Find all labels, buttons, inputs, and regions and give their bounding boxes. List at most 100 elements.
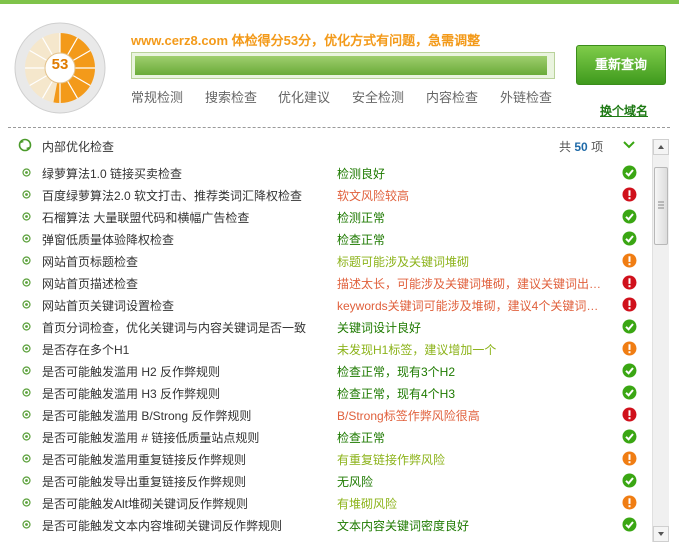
check-item-result: 检查正常 bbox=[337, 233, 386, 247]
check-item-result: 描述太长，可能涉及关键词堆砌，建议关键词出… bbox=[337, 277, 602, 291]
check-item-name: 绿萝算法1.0 链接买卖检查 bbox=[42, 167, 183, 181]
top-accent-bar bbox=[0, 0, 679, 4]
item-count-value: 50 bbox=[574, 140, 588, 154]
triangle-down-icon bbox=[658, 532, 664, 536]
check-row: 是否可能触发滥用重复链接反作弊规则 有重复链接作弊风险 bbox=[0, 448, 652, 470]
check-row: 绿萝算法1.0 链接买卖检查 检测良好 bbox=[0, 162, 652, 184]
check-item-result: 无风险 bbox=[337, 475, 374, 489]
internal-check-icon bbox=[18, 138, 32, 152]
check-item-result: 软文风险较高 bbox=[337, 189, 410, 203]
bullet-icon bbox=[22, 278, 31, 287]
check-item-name: 网站首页描述检查 bbox=[42, 277, 139, 291]
check-item-result: 有重复链接作弊风险 bbox=[337, 453, 446, 467]
check-item-name: 是否可能触发导出重复链接反作弊规则 bbox=[42, 475, 247, 489]
check-item-name: 是否可能触发滥用 H3 反作弊规则 bbox=[42, 387, 221, 401]
scrollbar[interactable] bbox=[652, 139, 669, 542]
bullet-icon bbox=[22, 190, 31, 199]
check-row: 网站首页描述检查 描述太长，可能涉及关键词堆砌，建议关键词出… bbox=[0, 272, 652, 294]
check-item-name: 网站首页标题检查 bbox=[42, 255, 139, 269]
check-row: 是否可能触发滥用 B/Strong 反作弊规则 B/Strong标签作弊风险很高 bbox=[0, 404, 652, 426]
section-header: 内部优化检查 共 50 项 bbox=[14, 136, 650, 156]
check-icon bbox=[622, 231, 637, 246]
check-item-result: keywords关键词可能涉及堆砌，建议4个关键词以内 bbox=[337, 299, 609, 313]
bullet-icon bbox=[22, 388, 31, 397]
check-item-name: 网站首页关键词设置检查 bbox=[42, 299, 175, 313]
exclamation-icon bbox=[622, 407, 637, 422]
exclamation-icon bbox=[622, 297, 637, 312]
check-icon bbox=[622, 385, 637, 400]
check-row: 石榴算法 大量联盟代码和横幅广告检查 检测正常 bbox=[0, 206, 652, 228]
tab-optimization-advice[interactable]: 优化建议 bbox=[278, 87, 330, 106]
check-item-result: 文本内容关键词密度良好 bbox=[337, 519, 470, 533]
scroll-down-button[interactable] bbox=[653, 526, 669, 542]
check-row: 是否可能触发文本内容堆砌关键词反作弊规则 文本内容关键词密度良好 bbox=[0, 514, 652, 536]
check-row: 网站首页标题检查 标题可能涉及关键词堆砌 bbox=[0, 250, 652, 272]
check-row: 是否存在多个H1 未发现H1标签，建议增加一个 bbox=[0, 338, 652, 360]
chevron-down-icon[interactable] bbox=[622, 139, 636, 151]
check-row: 是否可能触发Alt堆砌关键词反作弊规则 有堆砌风险 bbox=[0, 492, 652, 514]
bullet-icon bbox=[22, 498, 31, 507]
check-row: 弹窗低质量体验降权检查 检查正常 bbox=[0, 228, 652, 250]
check-icon bbox=[622, 473, 637, 488]
item-count-prefix: 共 bbox=[559, 140, 572, 154]
divider bbox=[8, 127, 670, 128]
exclamation-icon bbox=[622, 187, 637, 202]
bullet-icon bbox=[22, 476, 31, 485]
score-gauge: 53 bbox=[13, 20, 107, 118]
check-item-result: B/Strong标签作弊风险很高 bbox=[337, 409, 480, 423]
check-tabs: 常规检测 搜索检查 优化建议 安全检测 内容检查 外链检查 bbox=[131, 87, 561, 105]
bullet-icon bbox=[22, 520, 31, 529]
score-progress-bar bbox=[131, 52, 555, 79]
check-item-result: 未发现H1标签，建议增加一个 bbox=[337, 343, 497, 357]
bullet-icon bbox=[22, 432, 31, 441]
grip-icon bbox=[658, 201, 664, 209]
check-row: 首页分词检查，优化关键词与内容关键词是否一致 关键词设计良好 bbox=[0, 316, 652, 338]
tab-content-check[interactable]: 内容检查 bbox=[426, 87, 478, 106]
check-item-name: 是否可能触发滥用 B/Strong 反作弊规则 bbox=[42, 409, 252, 423]
recheck-button[interactable]: 重新查询 bbox=[576, 45, 666, 85]
check-item-result: 关键词设计良好 bbox=[337, 321, 422, 335]
bullet-icon bbox=[22, 366, 31, 375]
scroll-up-button[interactable] bbox=[653, 139, 669, 155]
item-count-suffix: 项 bbox=[591, 140, 604, 154]
check-row: 是否可能触发导出重复链接反作弊规则 无风险 bbox=[0, 470, 652, 492]
triangle-up-icon bbox=[658, 145, 664, 149]
check-icon bbox=[622, 517, 637, 532]
tab-external-link-check[interactable]: 外链检查 bbox=[500, 87, 552, 106]
check-item-result: 标题可能涉及关键词堆砌 bbox=[337, 255, 470, 269]
check-item-result: 检测正常 bbox=[337, 211, 386, 225]
check-icon bbox=[622, 429, 637, 444]
bullet-icon bbox=[22, 454, 31, 463]
bullet-icon bbox=[22, 410, 31, 419]
tab-search-check[interactable]: 搜索检查 bbox=[205, 87, 257, 106]
scrollbar-thumb[interactable] bbox=[654, 167, 668, 245]
change-domain-link[interactable]: 换个域名 bbox=[600, 102, 648, 119]
bullet-icon bbox=[22, 234, 31, 243]
check-item-result: 有堆砌风险 bbox=[337, 497, 398, 511]
bullet-icon bbox=[22, 168, 31, 177]
exclamation-icon bbox=[622, 451, 637, 466]
check-item-name: 石榴算法 大量联盟代码和横幅广告检查 bbox=[42, 211, 250, 225]
check-icon bbox=[622, 209, 637, 224]
bullet-icon bbox=[22, 212, 31, 221]
section-title: 内部优化检查 bbox=[42, 140, 115, 154]
check-item-name: 是否可能触发文本内容堆砌关键词反作弊规则 bbox=[42, 519, 283, 533]
exclamation-icon bbox=[622, 275, 637, 290]
item-count: 共 50 项 bbox=[559, 138, 603, 155]
bullet-icon bbox=[22, 322, 31, 331]
tab-routine-check[interactable]: 常规检测 bbox=[131, 87, 183, 106]
check-item-name: 弹窗低质量体验降权检查 bbox=[42, 233, 175, 247]
check-item-result: 检测良好 bbox=[337, 167, 386, 181]
check-row: 百度绿萝算法2.0 软文打击、推荐类词汇降权检查 软文风险较高 bbox=[0, 184, 652, 206]
check-row: 是否可能触发滥用 # 链接低质量站点规则 检查正常 bbox=[0, 426, 652, 448]
score-value: 53 bbox=[51, 56, 69, 73]
check-item-name: 是否存在多个H1 bbox=[42, 343, 130, 357]
check-item-name: 是否可能触发滥用 # 链接低质量站点规则 bbox=[42, 431, 260, 445]
bullet-icon bbox=[22, 256, 31, 265]
check-icon bbox=[622, 319, 637, 334]
check-row: 是否可能触发滥用 H2 反作弊规则 检查正常，现有3个H2 bbox=[0, 360, 652, 382]
check-icon bbox=[622, 165, 637, 180]
tab-security-check[interactable]: 安全检测 bbox=[352, 87, 404, 106]
check-row: 是否可能触发滥用 H3 反作弊规则 检查正常，现有4个H3 bbox=[0, 382, 652, 404]
check-icon bbox=[622, 363, 637, 378]
